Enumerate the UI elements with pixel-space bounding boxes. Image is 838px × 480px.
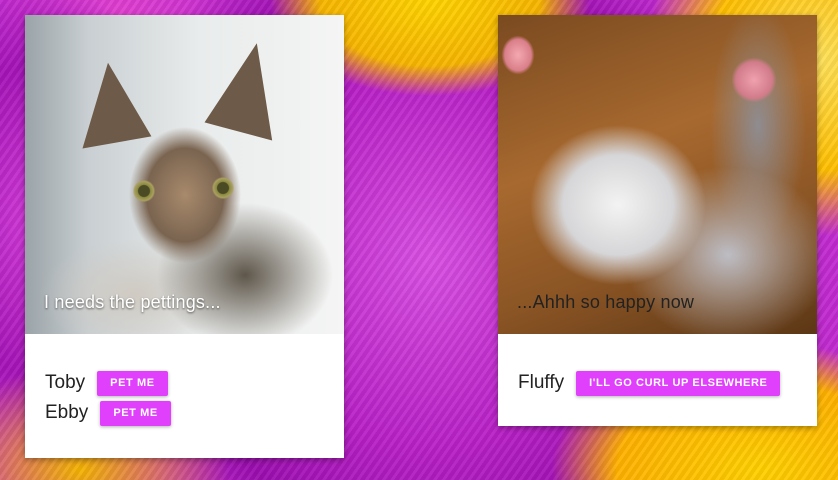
kitten-ear-right [204,35,296,141]
card-fluffy: ...Ahhh so happy now Fluffy I'LL GO CURL… [498,15,817,426]
card-media: ...Ahhh so happy now [498,15,817,334]
pet-me-button[interactable]: PET ME [100,400,171,426]
card-caption: I needs the pettings... [44,292,221,312]
pet-me-button[interactable]: PET ME [97,370,168,396]
pet-name: Ebby [45,402,89,423]
card-media: I needs the pettings... [25,15,344,334]
pet-row-toby: Toby PET ME [45,368,324,398]
gray-kitten-image [498,15,817,334]
pet-row-fluffy: Fluffy I'LL GO CURL UP ELSEWHERE [518,368,797,398]
pet-name: Fluffy [518,372,565,393]
curl-up-elsewhere-button[interactable]: I'LL GO CURL UP ELSEWHERE [576,370,781,396]
pet-name: Toby [45,372,86,393]
kitten-ear-left [68,57,152,149]
card-caption: ...Ahhh so happy now [517,292,695,312]
card-toby: I needs the pettings... Toby PET ME Ebby… [25,15,344,458]
card-actions: Toby PET ME Ebby PET ME [25,334,344,428]
pet-row-ebby: Ebby PET ME [45,398,324,428]
tabby-kitten-image [25,15,344,334]
card-actions: Fluffy I'LL GO CURL UP ELSEWHERE [498,334,817,398]
